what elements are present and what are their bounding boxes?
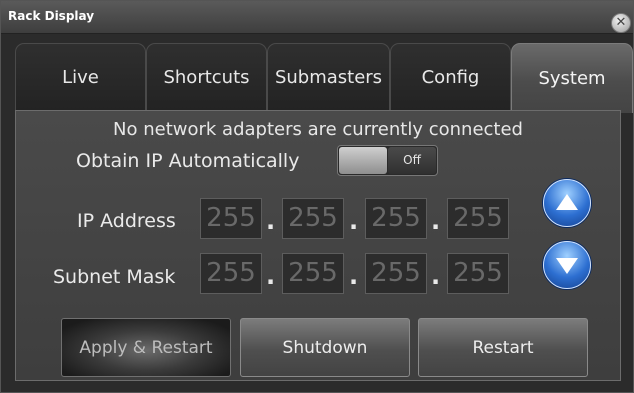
ip-octet-3[interactable]: 255 xyxy=(365,198,427,239)
ip-separator: . xyxy=(349,207,359,235)
ip-separator: . xyxy=(431,207,441,235)
window-title: Rack Display xyxy=(8,9,95,23)
subnet-mask-label: Subnet Mask xyxy=(53,266,176,288)
toggle-state-text: Off xyxy=(388,147,436,174)
subnet-octet-4[interactable]: 255 xyxy=(447,253,509,294)
title-bar: Rack Display ✕ xyxy=(1,1,633,34)
subnet-separator: . xyxy=(349,262,359,290)
restart-button[interactable]: Restart xyxy=(418,318,588,377)
tab-system[interactable]: System xyxy=(511,43,633,113)
rack-display-window: Rack Display ✕ Live Shortcuts Submasters… xyxy=(0,0,634,393)
subnet-octet-3[interactable]: 255 xyxy=(365,253,427,294)
status-message: No network adapters are currently connec… xyxy=(113,119,523,140)
subnet-separator: . xyxy=(266,262,276,290)
arrow-up-button[interactable] xyxy=(543,179,591,227)
arrow-down-button[interactable] xyxy=(543,241,591,289)
close-icon[interactable]: ✕ xyxy=(611,13,631,33)
toggle-thumb xyxy=(339,147,387,174)
ip-separator: . xyxy=(266,207,276,235)
arrow-up-icon xyxy=(556,194,578,210)
tab-submasters[interactable]: Submasters xyxy=(267,43,390,110)
ip-address-label: IP Address xyxy=(77,210,176,232)
apply-restart-button[interactable]: Apply & Restart xyxy=(61,318,231,377)
obtain-ip-toggle[interactable]: Off xyxy=(337,145,438,176)
subnet-separator: . xyxy=(431,262,441,290)
subnet-octet-2[interactable]: 255 xyxy=(282,253,344,294)
system-panel: No network adapters are currently connec… xyxy=(15,110,621,381)
ip-octet-4[interactable]: 255 xyxy=(447,198,509,239)
subnet-octet-1[interactable]: 255 xyxy=(200,253,262,294)
ip-octet-2[interactable]: 255 xyxy=(282,198,344,239)
obtain-ip-label: Obtain IP Automatically xyxy=(76,150,300,172)
tab-bar: Live Shortcuts Submasters Config System xyxy=(15,43,633,113)
ip-octet-1[interactable]: 255 xyxy=(200,198,262,239)
shutdown-button[interactable]: Shutdown xyxy=(240,318,410,377)
tab-config[interactable]: Config xyxy=(390,43,511,110)
tab-shortcuts[interactable]: Shortcuts xyxy=(146,43,267,110)
arrow-down-icon xyxy=(556,258,578,274)
tab-live[interactable]: Live xyxy=(15,43,146,110)
